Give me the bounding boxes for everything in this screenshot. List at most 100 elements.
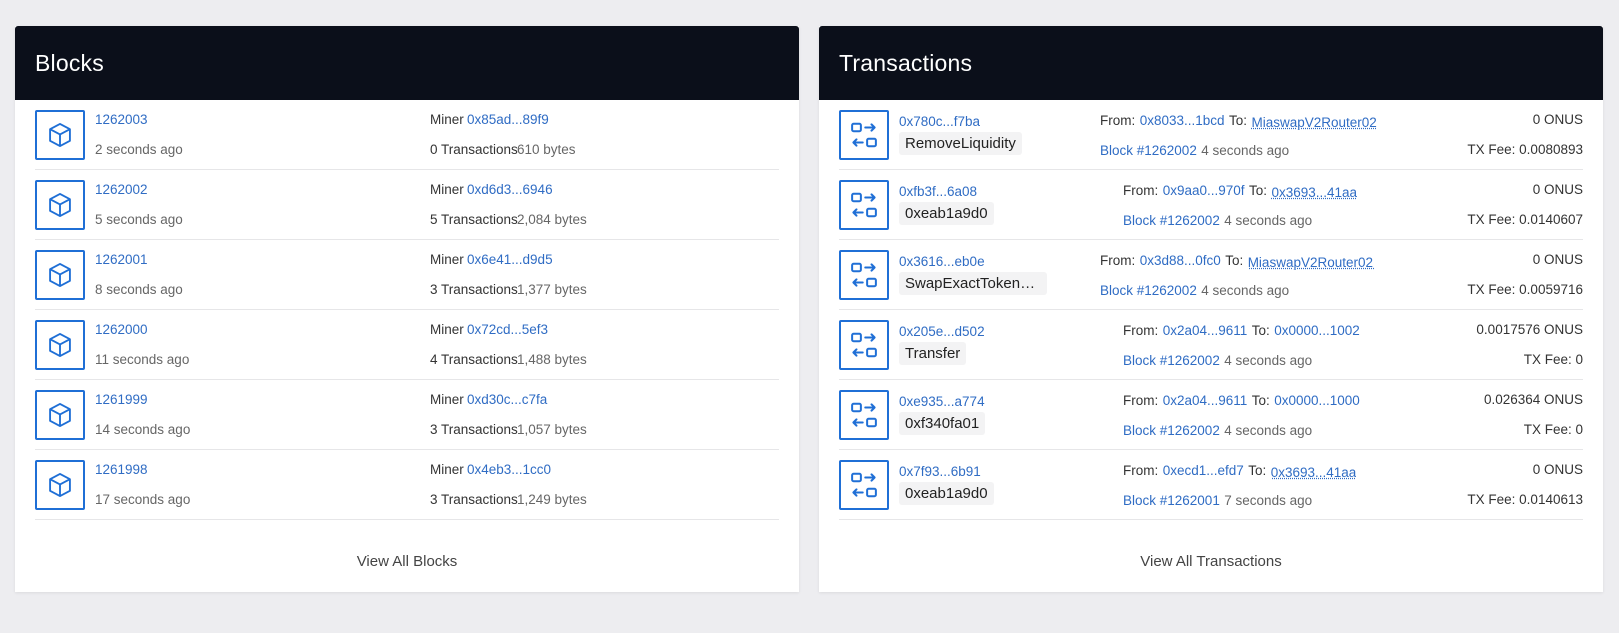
block-tx-count: 4 Transactions xyxy=(430,352,518,367)
block-age: 5 seconds ago xyxy=(95,212,183,227)
to-label: To: xyxy=(1251,323,1270,338)
miner-address-link[interactable]: 0x4eb3...1cc0 xyxy=(467,462,551,477)
cube-icon xyxy=(35,390,85,440)
block-tx-count: 0 Transactions xyxy=(430,142,518,157)
tx-block-info: Block #1262002 4 seconds ago xyxy=(1123,352,1312,370)
miner-address-link[interactable]: 0x85ad...89f9 xyxy=(467,112,549,127)
tx-from-link[interactable]: 0x3d88...0fc0 xyxy=(1140,253,1221,268)
block-size: 1,057 bytes xyxy=(517,422,587,437)
tx-age: 4 seconds ago xyxy=(1201,143,1290,158)
miner-address-link[interactable]: 0x6e41...d9d5 xyxy=(467,252,553,267)
transfer-arrows-icon xyxy=(839,320,889,370)
tx-fee: TX Fee: 0 xyxy=(1523,352,1583,367)
block-tx-count: 3 Transactions xyxy=(430,492,518,507)
tx-block-link[interactable]: Block #1262001 xyxy=(1123,493,1220,508)
tx-hash-link[interactable]: 0xe935...a774 xyxy=(899,394,985,409)
block-number-link[interactable]: 1262000 xyxy=(95,322,148,337)
from-label: From: xyxy=(1100,113,1136,128)
tx-from-link[interactable]: 0x9aa0...970f xyxy=(1163,183,1245,198)
block-size: 610 bytes xyxy=(517,142,576,157)
transaction-row: 0xfb3f...6a08 0xeab1a9d0 From: 0x9aa0...… xyxy=(839,170,1583,240)
tx-from-to: From: 0xecd1...efd7 To: 0x3693...41aa xyxy=(1123,462,1356,480)
to-label: To: xyxy=(1225,253,1244,268)
transfer-arrows-icon xyxy=(839,390,889,440)
blocks-panel-title: Blocks xyxy=(35,49,104,76)
from-label: From: xyxy=(1123,393,1159,408)
tx-block-info: Block #1262002 4 seconds ago xyxy=(1100,282,1289,300)
transaction-row: 0x205e...d502 Transfer From: 0x2a04...96… xyxy=(839,310,1583,380)
tx-value: 0.0017576 ONUS xyxy=(1476,322,1583,337)
tx-hash-link[interactable]: 0xfb3f...6a08 xyxy=(899,184,977,199)
miner-label: Miner xyxy=(430,462,464,477)
tx-hash-link[interactable]: 0x7f93...6b91 xyxy=(899,464,981,479)
miner-label: Miner xyxy=(430,252,464,267)
tx-from-to: From: 0x2a04...9611 To: 0x0000...1000 xyxy=(1123,392,1360,410)
tx-age: 4 seconds ago xyxy=(1224,353,1313,368)
cube-icon xyxy=(35,110,85,160)
tx-from-link[interactable]: 0x2a04...9611 xyxy=(1163,393,1248,408)
from-label: From: xyxy=(1100,253,1136,268)
tx-block-link[interactable]: Block #1262002 xyxy=(1100,143,1197,158)
tx-to-link[interactable]: 0x0000...1002 xyxy=(1274,323,1360,338)
tx-block-link[interactable]: Block #1262002 xyxy=(1123,213,1220,228)
miner-label: Miner xyxy=(430,322,464,337)
tx-from-link[interactable]: 0x8033...1bcd xyxy=(1140,113,1225,128)
block-number-link[interactable]: 1262002 xyxy=(95,182,148,197)
miner-address-link[interactable]: 0xd30c...c7fa xyxy=(467,392,547,407)
tx-hash-link[interactable]: 0x3616...eb0e xyxy=(899,254,985,269)
block-number-link[interactable]: 1262003 xyxy=(95,112,148,127)
tx-hash-link[interactable]: 0x780c...f7ba xyxy=(899,114,980,129)
block-number-link[interactable]: 1261998 xyxy=(95,462,148,477)
transaction-row: 0x7f93...6b91 0xeab1a9d0 From: 0xecd1...… xyxy=(839,450,1583,520)
tx-block-info: Block #1262002 4 seconds ago xyxy=(1123,212,1312,230)
tx-value: 0 ONUS xyxy=(1532,252,1583,267)
tx-fee: TX Fee: 0.0140607 xyxy=(1467,212,1583,227)
view-all-blocks-link[interactable]: View All Blocks xyxy=(15,553,799,570)
transactions-panel-title: Transactions xyxy=(839,49,973,76)
tx-method-badge: 0xeab1a9d0 xyxy=(899,482,994,505)
tx-from-link[interactable]: 0xecd1...efd7 xyxy=(1163,463,1244,478)
blocks-list: 1262003 2 seconds ago Miner 0x85ad...89f… xyxy=(15,100,799,520)
tx-to-link[interactable]: MiaswapV2Router02 ( xyxy=(1251,115,1377,130)
transfer-arrows-icon xyxy=(839,180,889,230)
tx-value: 0 ONUS xyxy=(1532,182,1583,197)
miner-address-link[interactable]: 0x72cd...5ef3 xyxy=(467,322,548,337)
block-size: 2,084 bytes xyxy=(517,212,587,227)
tx-value: 0.026364 ONUS xyxy=(1483,392,1583,407)
tx-fee: TX Fee: 0.0059716 xyxy=(1467,282,1583,297)
tx-from-to: From: 0x3d88...0fc0 To: MiaswapV2Router0… xyxy=(1100,252,1374,270)
tx-hash-link[interactable]: 0x205e...d502 xyxy=(899,324,985,339)
transaction-row: 0x3616...eb0e SwapExactTokensF... From: … xyxy=(839,240,1583,310)
tx-to-link[interactable]: 0x3693...41aa xyxy=(1271,465,1357,480)
tx-to-link[interactable]: 0x3693...41aa xyxy=(1271,185,1357,200)
miner-label: Miner xyxy=(430,112,464,127)
tx-from-link[interactable]: 0x2a04...9611 xyxy=(1163,323,1248,338)
transfer-arrows-icon xyxy=(839,460,889,510)
tx-block-link[interactable]: Block #1262002 xyxy=(1100,283,1197,298)
tx-block-info: Block #1262001 7 seconds ago xyxy=(1123,492,1312,510)
tx-block-link[interactable]: Block #1262002 xyxy=(1123,353,1220,368)
tx-method-badge: RemoveLiquidity xyxy=(899,132,1022,155)
block-number-link[interactable]: 1262001 xyxy=(95,252,148,267)
view-all-transactions-link[interactable]: View All Transactions xyxy=(819,553,1603,570)
block-age: 8 seconds ago xyxy=(95,282,183,297)
transactions-list: 0x780c...f7ba RemoveLiquidity From: 0x80… xyxy=(819,100,1603,520)
tx-value: 0 ONUS xyxy=(1532,462,1583,477)
cube-icon xyxy=(35,460,85,510)
miner-address-link[interactable]: 0xd6d3...6946 xyxy=(467,182,553,197)
block-number-link[interactable]: 1261999 xyxy=(95,392,148,407)
block-tx-count: 3 Transactions xyxy=(430,422,518,437)
cube-icon xyxy=(35,320,85,370)
tx-to-link[interactable]: 0x0000...1000 xyxy=(1274,393,1360,408)
from-label: From: xyxy=(1123,323,1159,338)
block-row: 1262001 8 seconds ago Miner 0x6e41...d9d… xyxy=(35,240,779,310)
block-row: 1261999 14 seconds ago Miner 0xd30c...c7… xyxy=(35,380,779,450)
transaction-row: 0x780c...f7ba RemoveLiquidity From: 0x80… xyxy=(839,100,1583,170)
miner-label: Miner xyxy=(430,392,464,407)
cube-icon xyxy=(35,180,85,230)
tx-to-link[interactable]: MiaswapV2Router02 ( xyxy=(1248,255,1374,270)
tx-fee: TX Fee: 0.0140613 xyxy=(1467,492,1583,507)
block-size: 1,249 bytes xyxy=(517,492,587,507)
tx-block-link[interactable]: Block #1262002 xyxy=(1123,423,1220,438)
block-size: 1,377 bytes xyxy=(517,282,587,297)
